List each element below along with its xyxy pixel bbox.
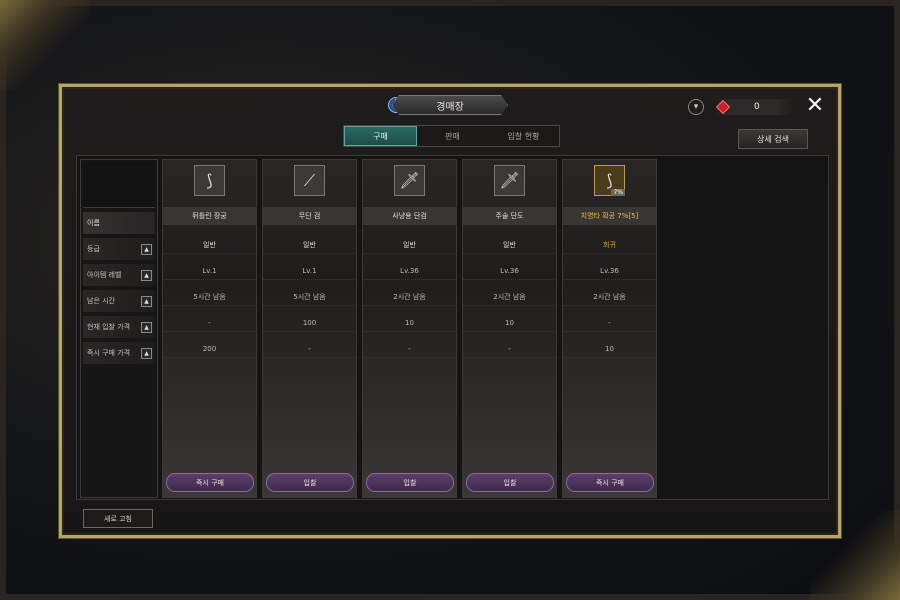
refresh-button[interactable]: 새로 고침 [83,509,153,528]
tab-bid-status[interactable]: 입찰 현황 [488,126,559,146]
label-text: 아이템 레벨 [87,271,122,279]
item-grade: 일반 [363,236,456,254]
label-current-bid: 현재 입찰 가격 ▲ [83,316,155,338]
window-title: 경매장 [392,95,508,115]
bid-button[interactable]: 입찰 [466,473,554,492]
item-buyout-price: - [263,340,356,358]
currency-display: 0 [714,99,794,115]
item-buyout-price: 10 [563,340,656,358]
item-remaining-time: 5시간 남음 [163,288,256,306]
item-remaining-time: 2시간 남음 [563,288,656,306]
item-current-bid: - [563,314,656,332]
auction-listing-panel: 이름 등급 ▲ 아이템 레벨 ▲ 남은 시간 ▲ 현재 입찰 가격 ▲ 즉시 구매 가격… [76,155,829,500]
item-grade: 일반 [463,236,556,254]
label-name: 이름 [83,212,155,234]
item-remaining-time: 5시간 남음 [263,288,356,306]
bow-icon: ⟆ 7% [594,165,625,196]
item-current-bid: 10 [363,314,456,332]
bid-button[interactable]: 입찰 [266,473,354,492]
label-text: 남은 시간 [87,297,115,305]
item-card[interactable]: 🗡 주술 단도 일반 Lv.36 2시간 남음 10 - 입찰 [462,159,557,498]
label-item-level: 아이템 레벨 ▲ [83,264,155,286]
item-remaining-time: 2시간 남음 [363,288,456,306]
item-buyout-price: - [463,340,556,358]
label-preview-slot [83,162,155,208]
item-name: 사냥용 단검 [363,207,456,225]
label-remaining-time: 남은 시간 ▲ [83,290,155,312]
item-grade: 일반 [163,236,256,254]
item-buyout-price: 200 [163,340,256,358]
item-name: 주술 단도 [463,207,556,225]
tab-sell[interactable]: 판매 [417,126,488,146]
item-level: Lv.36 [363,262,456,280]
close-icon[interactable]: ✕ [804,95,826,117]
dagger-icon: 🗡 [394,165,425,196]
sort-icon[interactable]: ▲ [141,321,152,333]
label-text: 즉시 구매 가격 [87,349,131,357]
tab-bar: 구매 판매 입찰 현황 [343,125,560,147]
currency-value: 0 [754,102,760,112]
tab-buy[interactable]: 구매 [344,126,417,146]
sort-icon[interactable]: ▲ [141,243,152,255]
item-remaining-time: 2시간 남음 [463,288,556,306]
item-level: Lv.1 [263,262,356,280]
buyout-button[interactable]: 즉시 구매 [166,473,254,492]
bid-button[interactable]: 입찰 [366,473,454,492]
item-buyout-price: - [363,340,456,358]
item-grade: 희귀 [563,236,656,254]
sort-icon[interactable]: ▲ [141,347,152,359]
chevron-down-icon[interactable]: ▾ [688,99,704,115]
label-grade: 등급 ▲ [83,238,155,260]
sort-icon[interactable]: ▲ [141,269,152,281]
sort-icon[interactable]: ▲ [141,295,152,307]
sword-icon: ⟋ [294,165,325,196]
dagger-icon: 🗡 [494,165,525,196]
item-name: 치명타 확공 7%[5] [563,207,656,225]
ornament-corner-top-left [0,0,90,90]
item-current-bid: - [163,314,256,332]
item-current-bid: 100 [263,314,356,332]
item-card[interactable]: ⟋ 무딘 검 일반 Lv.1 5시간 남음 100 - 입찰 [262,159,357,498]
item-card[interactable]: ⟆ 7% 치명타 확공 7%[5] 희귀 Lv.36 2시간 남음 - 10 즉시… [562,159,657,498]
item-badge: 7% [611,189,625,196]
item-card[interactable]: ⟆ 뒤틀린 장궁 일반 Lv.1 5시간 남음 - 200 즉시 구매 [162,159,257,498]
item-name: 뒤틀린 장궁 [163,207,256,225]
item-level: Lv.36 [563,262,656,280]
bow-icon: ⟆ [194,165,225,196]
detail-search-button[interactable]: 상세 검색 [738,129,808,149]
item-name: 무딘 검 [263,207,356,225]
label-text: 현재 입찰 가격 [87,323,131,331]
item-level: Lv.36 [463,262,556,280]
item-grade: 일반 [263,236,356,254]
item-current-bid: 10 [463,314,556,332]
label-text: 이름 [87,219,100,227]
label-buyout: 즉시 구매 가격 ▲ [83,342,155,364]
attribute-labels-column: 이름 등급 ▲ 아이템 레벨 ▲ 남은 시간 ▲ 현재 입찰 가격 ▲ 즉시 구매 가격… [80,159,158,498]
buyout-button[interactable]: 즉시 구매 [566,473,654,492]
auction-window: i 경매장 ▾ 0 ✕ 구매 판매 입찰 현황 상세 검색 이름 등급▲ 아이템… [58,83,842,539]
item-level: Lv.1 [163,262,256,280]
red-gem-icon [715,99,731,115]
item-card[interactable]: 🗡 사냥용 단검 일반 Lv.36 2시간 남음 10 - 입찰 [362,159,457,498]
label-text: 등급 [87,245,100,253]
